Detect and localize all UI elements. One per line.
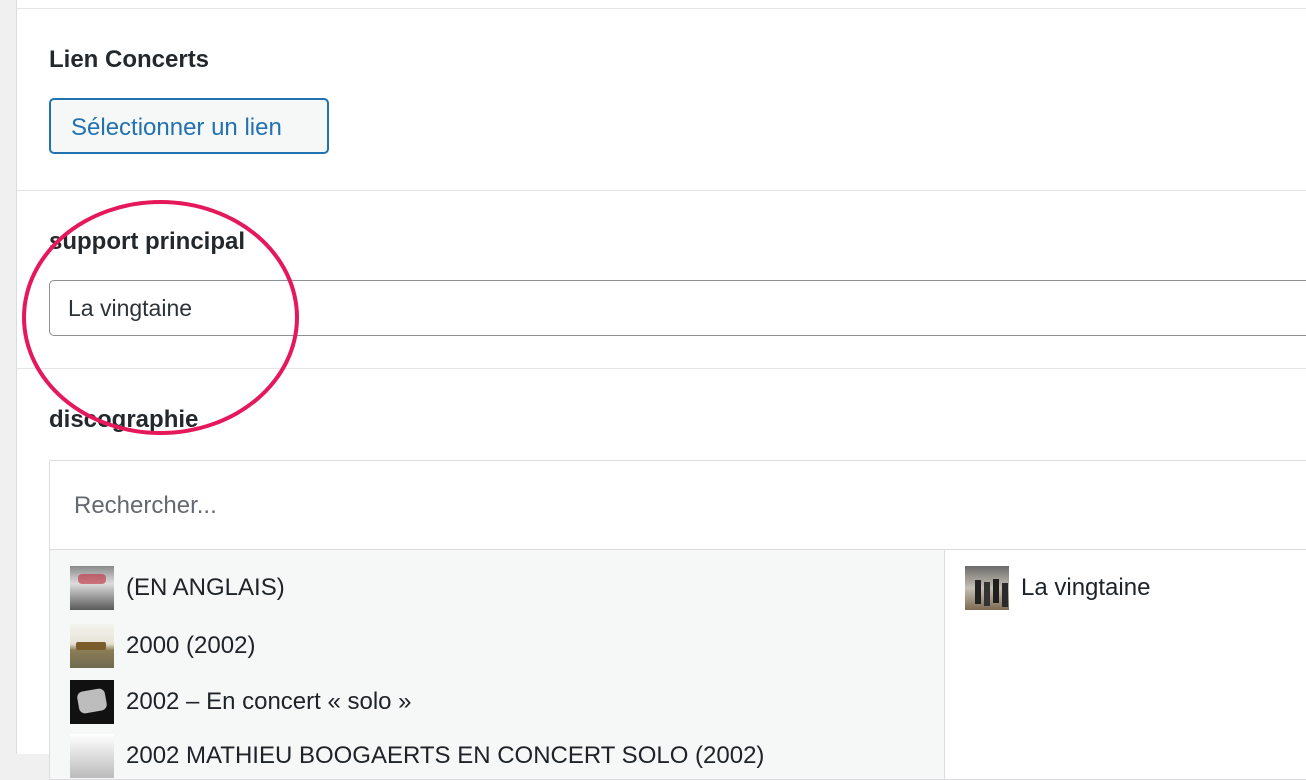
lien-concerts-label: Lien Concerts (49, 46, 210, 73)
album-cover-group-icon (965, 566, 1009, 610)
choice-label: (EN ANGLAIS) (126, 574, 285, 601)
choice-item[interactable]: (EN ANGLAIS) (70, 566, 285, 610)
selected-item[interactable]: La vingtaine (965, 566, 1150, 610)
album-cover-field-icon (70, 624, 114, 668)
divider (17, 190, 1306, 191)
choice-label: 2002 – En concert « solo » (126, 688, 412, 715)
support-principal-input[interactable]: La vingtaine (49, 280, 1306, 336)
album-cover-face-icon (70, 566, 114, 610)
divider (17, 368, 1306, 369)
choice-label: 2000 (2002) (126, 632, 256, 659)
relationship-choices-list[interactable]: (EN ANGLAIS) 2000 (2002) 2002 – En conce… (50, 550, 945, 779)
relationship-search-input[interactable]: Rechercher... (50, 461, 1306, 550)
choice-item[interactable]: 2002 MATHIEU BOOGAERTS EN CONCERT SOLO (… (70, 734, 764, 778)
edit-panel: Lien Concerts Sélectionner un lien suppo… (16, 0, 1306, 780)
choice-item[interactable]: 2000 (2002) (70, 624, 255, 668)
divider (17, 8, 1306, 9)
discographie-label: discographie (49, 406, 199, 433)
album-cover-dark-icon (70, 680, 114, 724)
choice-item[interactable]: 2002 – En concert « solo » (70, 680, 412, 724)
support-principal-label: support principal (49, 228, 246, 255)
relationship-field: Rechercher... (EN ANGLAIS) 2000 (2002) 2… (49, 460, 1306, 780)
choice-label: 2002 MATHIEU BOOGAERTS EN CONCERT SOLO (… (126, 742, 765, 769)
select-link-button[interactable]: Sélectionner un lien (49, 98, 329, 154)
selected-label: La vingtaine (1021, 574, 1151, 601)
album-cover-partial-icon (70, 734, 114, 778)
relationship-selected-list: La vingtaine (945, 550, 1306, 779)
